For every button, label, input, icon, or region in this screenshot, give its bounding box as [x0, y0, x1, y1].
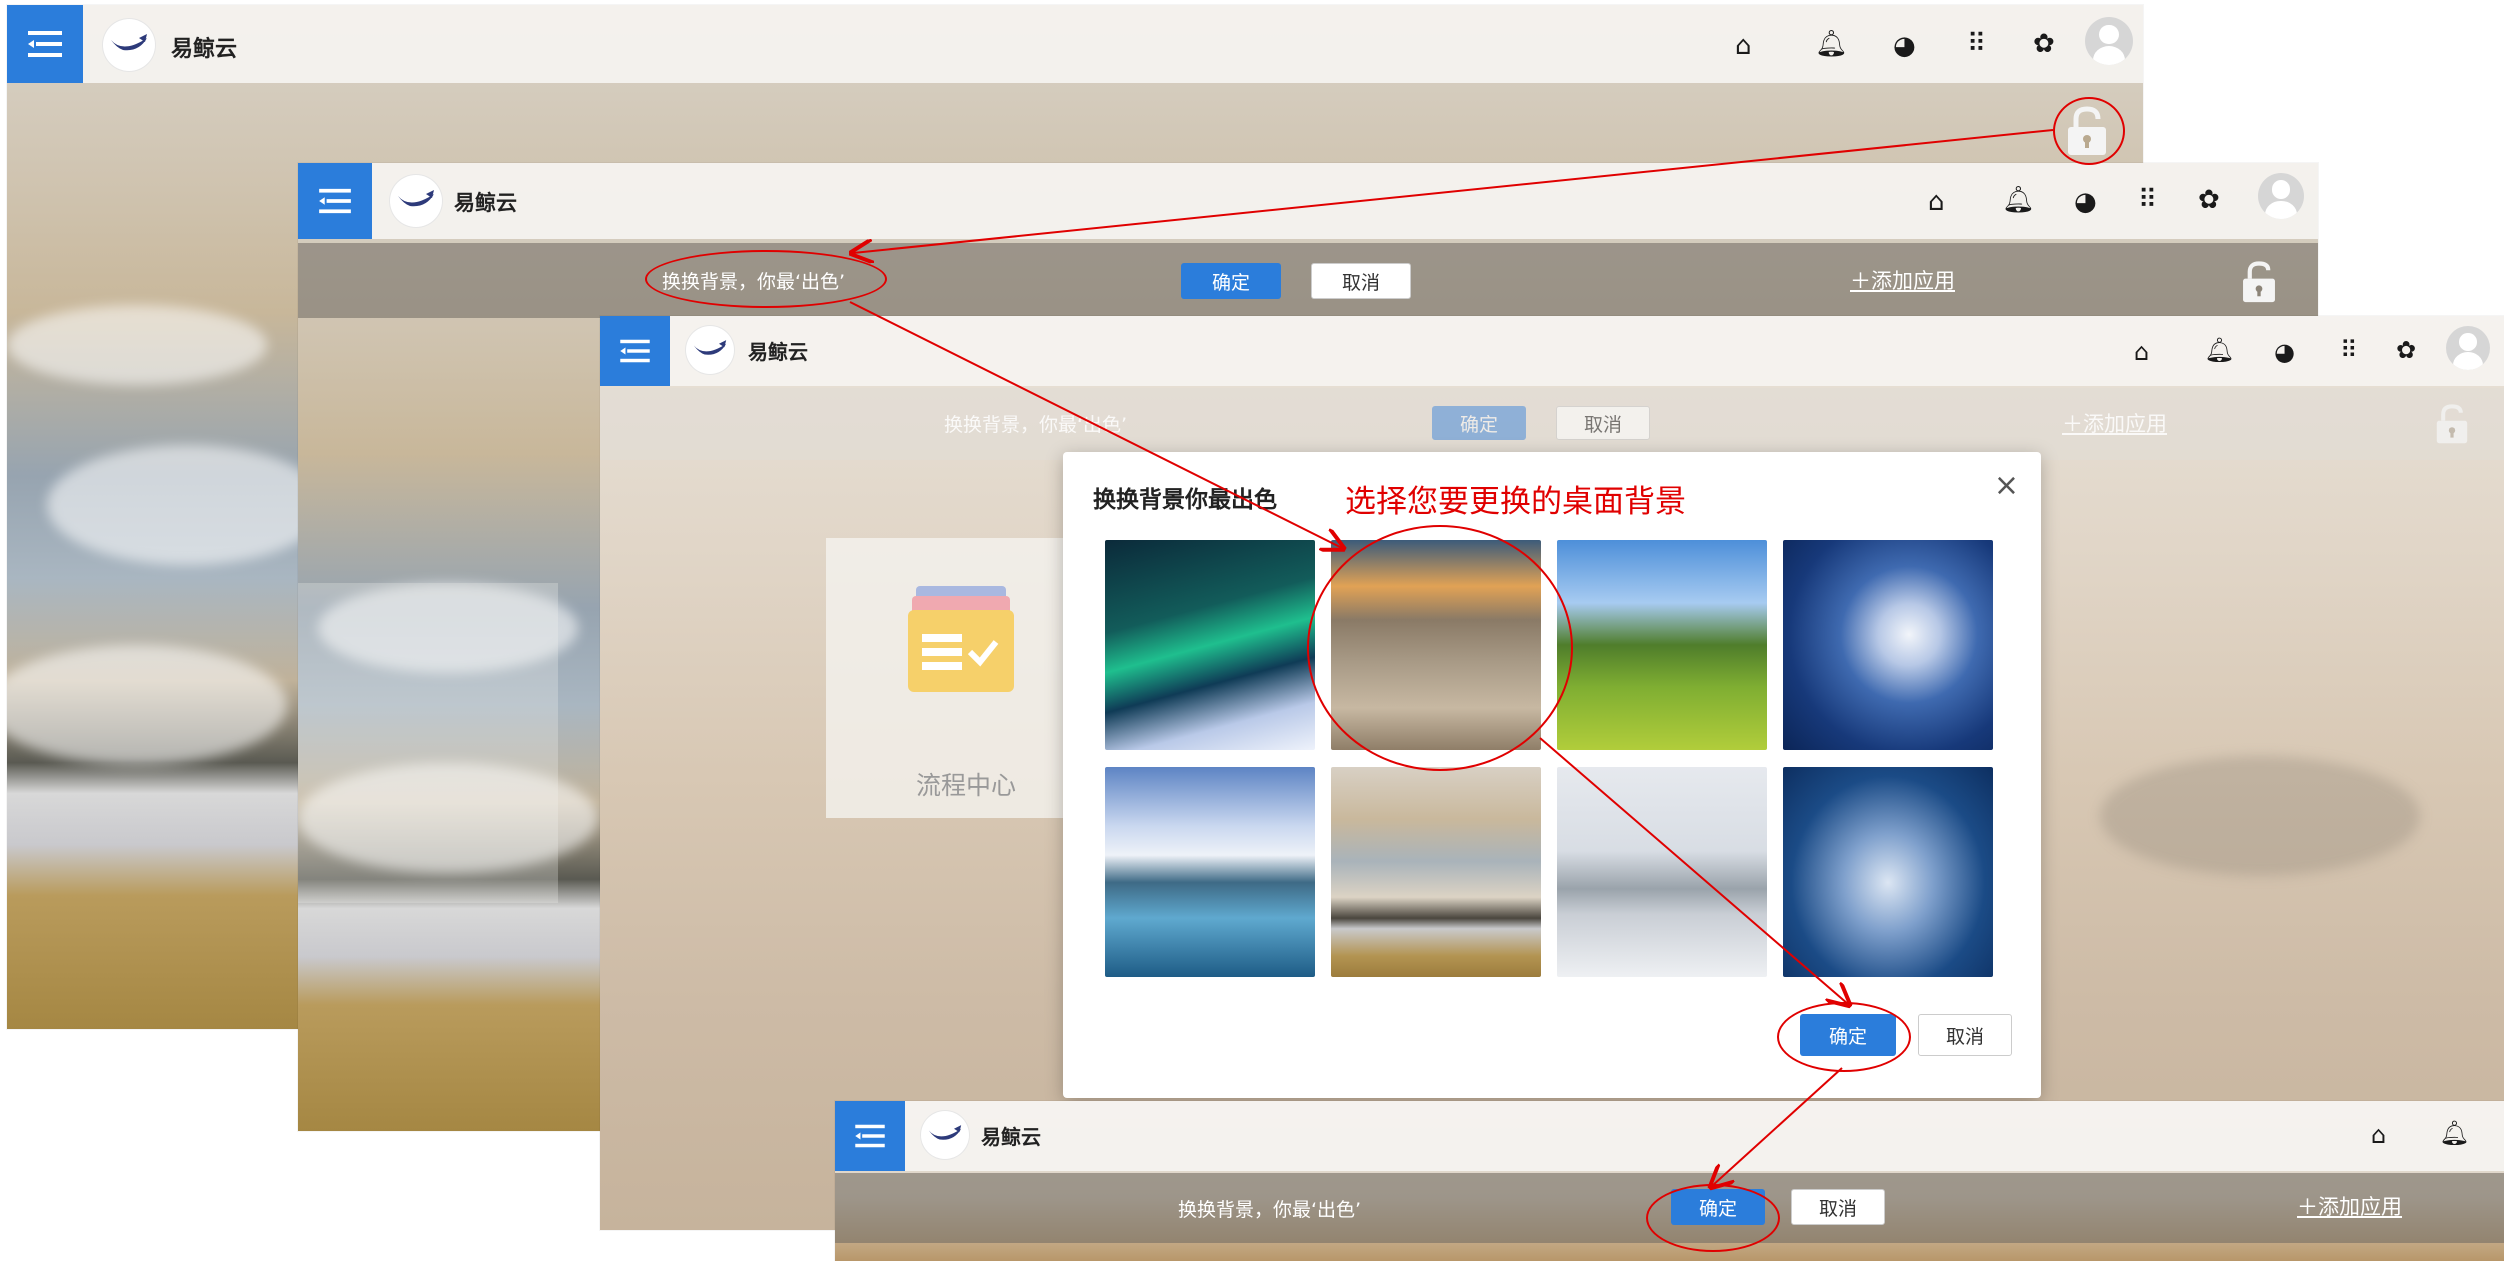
- arrow-confirm-to-final: [1712, 1067, 1843, 1186]
- arrow-lock-to-strip: [853, 129, 2054, 253]
- arrow-strip-to-thumbnail: [849, 301, 1342, 548]
- annotation-arrows: [0, 129, 2054, 1261]
- arrow-thumbnail-to-confirm: [1539, 737, 1848, 1004]
